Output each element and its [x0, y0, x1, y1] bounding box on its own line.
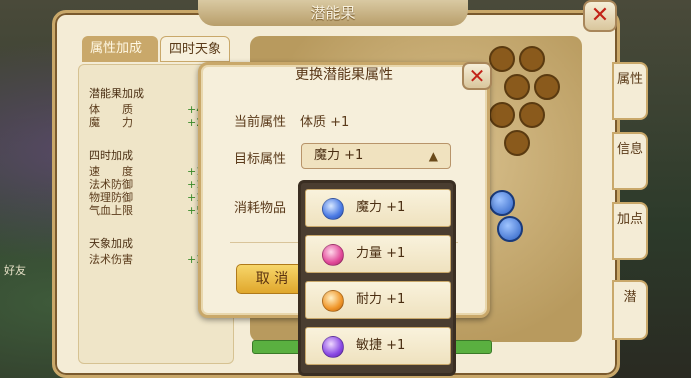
- chevron-up-icon: ▲: [428, 149, 438, 163]
- dialog-title: 更换潜能果属性: [295, 67, 393, 83]
- fruit-cell[interactable]: [489, 102, 515, 128]
- fruit-cell-filled[interactable]: [489, 190, 515, 216]
- option-label: 敏捷 +1: [356, 338, 406, 353]
- target-attribute-select[interactable]: 魔力 +1 ▲: [301, 143, 451, 169]
- current-attribute-value: 体质 +1: [300, 115, 350, 130]
- agility-orb-icon: [322, 336, 344, 358]
- option-magic[interactable]: 魔力 +1: [305, 189, 451, 227]
- option-label: 魔力 +1: [356, 200, 406, 215]
- option-label: 耐力 +1: [356, 292, 406, 307]
- bonus-name: 法术防御: [89, 178, 133, 191]
- panel-title: 潜能果: [198, 0, 468, 26]
- fruit-cell[interactable]: [534, 74, 560, 100]
- option-label: 力量 +1: [356, 246, 406, 261]
- fruit-cell-filled[interactable]: [497, 216, 523, 242]
- tab-season-celestial[interactable]: 四时天象: [160, 36, 230, 62]
- side-tab-info[interactable]: 信息: [612, 132, 648, 190]
- target-attribute-value: 魔力 +1: [314, 148, 364, 163]
- bonus-name: 法术伤害: [89, 253, 133, 266]
- magic-orb-icon: [322, 198, 344, 220]
- consume-item-label: 消耗物品: [234, 201, 287, 216]
- tab-attribute-bonus[interactable]: 属性加成: [82, 36, 158, 62]
- fruit-cell[interactable]: [519, 46, 545, 72]
- attribute-dropdown-list: 魔力 +1 力量 +1 耐力 +1 敏捷 +1: [298, 180, 456, 376]
- fruit-cell[interactable]: [519, 102, 545, 128]
- fruit-cells: [485, 40, 575, 242]
- fruit-cell[interactable]: [504, 130, 530, 156]
- bonus-name: 气血上限: [89, 204, 133, 217]
- bonus-name: 体 质: [89, 103, 133, 116]
- option-agility[interactable]: 敏捷 +1: [305, 327, 451, 365]
- bonus-name: 速 度: [89, 165, 133, 178]
- bonus-name: 魔 力: [89, 116, 133, 129]
- option-strength[interactable]: 力量 +1: [305, 235, 451, 273]
- target-attribute-label: 目标属性: [234, 152, 287, 167]
- endurance-orb-icon: [322, 290, 344, 312]
- side-tab-attribute[interactable]: 属性: [612, 62, 648, 120]
- friends-label[interactable]: 好友: [4, 262, 26, 278]
- bonus-name: 物理防御: [89, 191, 133, 204]
- fruit-cell[interactable]: [504, 74, 530, 100]
- dialog-close-icon[interactable]: ✕: [462, 62, 492, 90]
- close-icon[interactable]: ✕: [583, 0, 617, 32]
- side-tab-potential[interactable]: 潜: [612, 280, 648, 340]
- side-tab-allocate[interactable]: 加点: [612, 202, 648, 260]
- fruit-cell[interactable]: [489, 46, 515, 72]
- option-endurance[interactable]: 耐力 +1: [305, 281, 451, 319]
- strength-orb-icon: [322, 244, 344, 266]
- current-attribute-label: 当前属性: [234, 115, 287, 130]
